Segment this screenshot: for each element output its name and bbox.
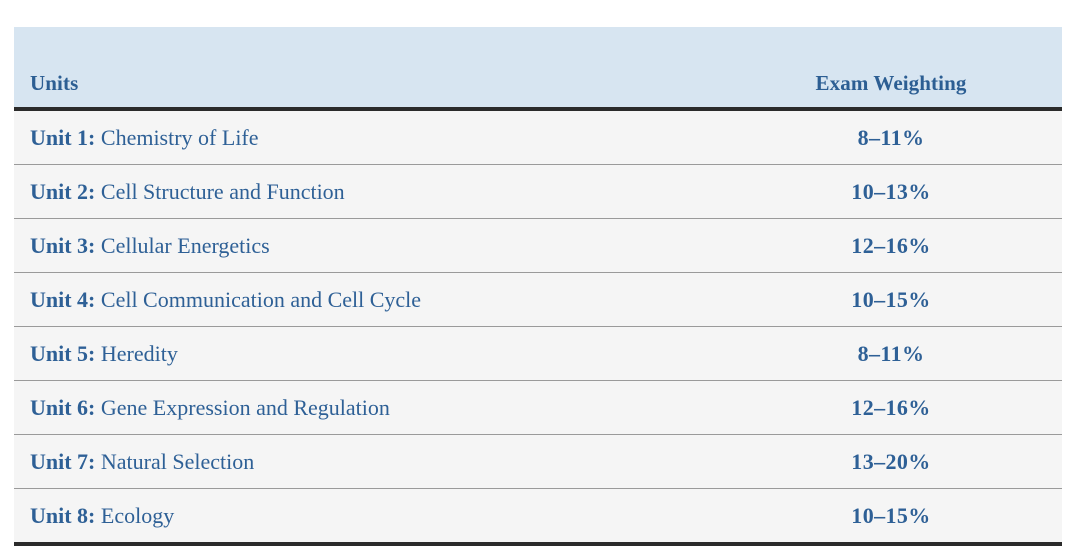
unit-cell: Unit 2: Cell Structure and Function <box>14 164 772 219</box>
exam-weighting-value: 10–13% <box>772 164 1062 219</box>
unit-cell: Unit 5: Heredity <box>14 326 772 381</box>
unit-cell: Unit 1: Chemistry of Life <box>14 109 772 165</box>
table-row: Unit 1: Chemistry of Life 8–11% <box>14 109 1062 165</box>
unit-label: Unit 8: <box>30 502 96 528</box>
column-header-exam-weighting: Exam Weighting <box>772 27 1062 111</box>
unit-title: Gene Expression and Regulation <box>100 394 390 420</box>
unit-title: Natural Selection <box>100 448 255 474</box>
unit-label: Unit 7: <box>30 448 96 474</box>
table-row: Unit 7: Natural Selection 13–20% <box>14 434 1062 489</box>
units-exam-weighting-table: Units Exam Weighting Unit 1: Chemistry o… <box>14 27 1062 546</box>
table-row: Unit 6: Gene Expression and Regulation 1… <box>14 380 1062 435</box>
table-row: Unit 8: Ecology 10–15% <box>14 488 1062 546</box>
unit-title: Ecology <box>100 502 175 528</box>
table-row: Unit 5: Heredity 8–11% <box>14 326 1062 381</box>
exam-weighting-value: 13–20% <box>772 434 1062 489</box>
exam-weighting-value: 8–11% <box>772 109 1062 165</box>
exam-weighting-value: 10–15% <box>772 272 1062 327</box>
units-exam-weighting-table-container: Units Exam Weighting Unit 1: Chemistry o… <box>14 27 1062 546</box>
unit-title: Cell Structure and Function <box>100 178 345 204</box>
unit-cell: Unit 8: Ecology <box>14 488 772 546</box>
exam-weighting-value: 8–11% <box>772 326 1062 381</box>
unit-title: Cell Communication and Cell Cycle <box>100 286 422 312</box>
table-row: Unit 2: Cell Structure and Function 10–1… <box>14 164 1062 219</box>
unit-label: Unit 4: <box>30 286 96 312</box>
exam-weighting-value: 12–16% <box>772 218 1062 273</box>
table-header: Units Exam Weighting <box>14 27 1062 111</box>
unit-cell: Unit 7: Natural Selection <box>14 434 772 489</box>
table-body: Unit 1: Chemistry of Life 8–11% Unit 2: … <box>14 109 1062 546</box>
unit-cell: Unit 3: Cellular Energetics <box>14 218 772 273</box>
unit-label: Unit 6: <box>30 394 96 420</box>
unit-title: Heredity <box>100 340 178 366</box>
unit-label: Unit 3: <box>30 232 96 258</box>
unit-label: Unit 1: <box>30 124 96 150</box>
unit-cell: Unit 6: Gene Expression and Regulation <box>14 380 772 435</box>
unit-label: Unit 5: <box>30 340 96 366</box>
exam-weighting-value: 12–16% <box>772 380 1062 435</box>
unit-cell: Unit 4: Cell Communication and Cell Cycl… <box>14 272 772 327</box>
table-row: Unit 3: Cellular Energetics 12–16% <box>14 218 1062 273</box>
unit-title: Cellular Energetics <box>100 232 270 258</box>
column-header-units: Units <box>14 27 772 111</box>
unit-label: Unit 2: <box>30 178 96 204</box>
table-row: Unit 4: Cell Communication and Cell Cycl… <box>14 272 1062 327</box>
unit-title: Chemistry of Life <box>100 124 259 150</box>
exam-weighting-value: 10–15% <box>772 488 1062 546</box>
table-header-row: Units Exam Weighting <box>14 27 1062 111</box>
